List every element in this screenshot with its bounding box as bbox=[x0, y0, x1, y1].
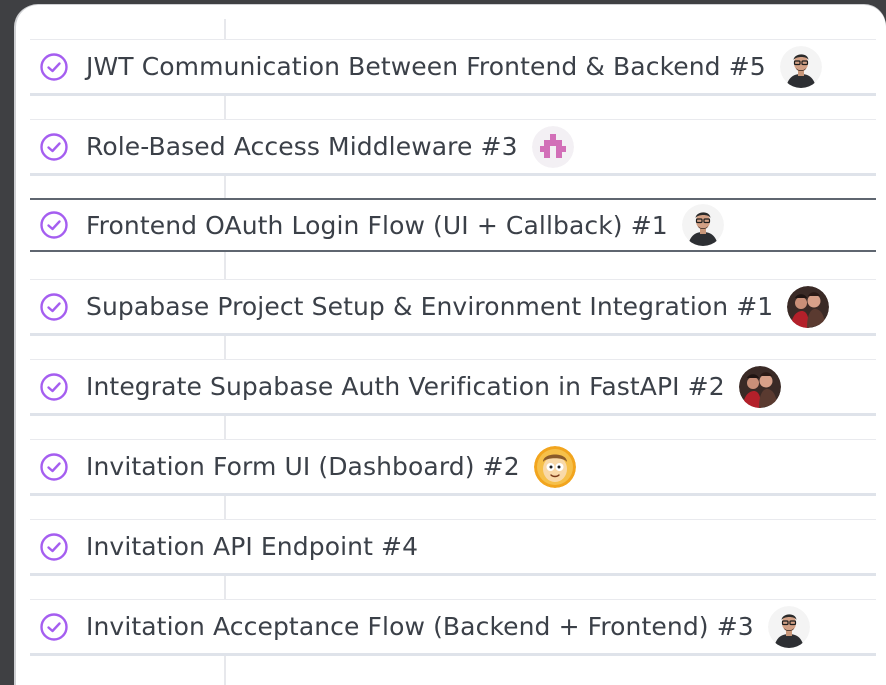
task-list-panel: JWT Communication Between Frontend & Bac… bbox=[16, 5, 886, 685]
check-circle-icon[interactable] bbox=[39, 372, 69, 402]
cartoon-character-avatar-icon[interactable] bbox=[533, 445, 576, 488]
task-card-selected[interactable]: Frontend OAuth Login Flow (UI + Callback… bbox=[30, 198, 876, 252]
pink-identicon-avatar-icon[interactable] bbox=[531, 125, 574, 168]
task-card[interactable]: Role-Based Access Middleware #3 bbox=[30, 119, 876, 173]
check-circle-icon[interactable] bbox=[39, 132, 69, 162]
man-glasses-avatar-icon[interactable] bbox=[681, 204, 724, 246]
task-card[interactable]: Invitation Form UI (Dashboard) #2 bbox=[30, 439, 876, 493]
task-card[interactable]: JWT Communication Between Frontend & Bac… bbox=[30, 39, 876, 93]
group-photo-avatar-icon[interactable] bbox=[738, 365, 781, 408]
check-circle-icon[interactable] bbox=[39, 532, 69, 562]
check-circle-icon[interactable] bbox=[39, 210, 69, 240]
man-glasses-avatar-icon[interactable] bbox=[779, 45, 822, 88]
task-title[interactable]: Frontend OAuth Login Flow (UI + Callback… bbox=[86, 211, 668, 240]
task-card[interactable]: Invitation Acceptance Flow (Backend + Fr… bbox=[30, 599, 876, 653]
task-card[interactable]: Integrate Supabase Auth Verification in … bbox=[30, 359, 876, 413]
check-circle-icon[interactable] bbox=[39, 292, 69, 322]
task-title[interactable]: Invitation Acceptance Flow (Backend + Fr… bbox=[86, 612, 754, 641]
man-glasses-avatar-icon[interactable] bbox=[767, 605, 810, 648]
check-circle-icon[interactable] bbox=[39, 452, 69, 482]
task-card[interactable]: Invitation API Endpoint #4 bbox=[30, 519, 876, 573]
task-title[interactable]: Invitation Form UI (Dashboard) #2 bbox=[86, 452, 520, 481]
task-title[interactable]: Invitation API Endpoint #4 bbox=[86, 532, 418, 561]
task-card[interactable]: Supabase Project Setup & Environment Int… bbox=[30, 279, 876, 333]
task-title[interactable]: Role-Based Access Middleware #3 bbox=[86, 132, 518, 161]
check-circle-icon[interactable] bbox=[39, 52, 69, 82]
task-title[interactable]: JWT Communication Between Frontend & Bac… bbox=[86, 52, 766, 81]
task-title[interactable]: Supabase Project Setup & Environment Int… bbox=[86, 292, 773, 321]
check-circle-icon[interactable] bbox=[39, 612, 69, 642]
group-photo-avatar-icon[interactable] bbox=[787, 285, 830, 328]
task-title[interactable]: Integrate Supabase Auth Verification in … bbox=[86, 372, 725, 401]
